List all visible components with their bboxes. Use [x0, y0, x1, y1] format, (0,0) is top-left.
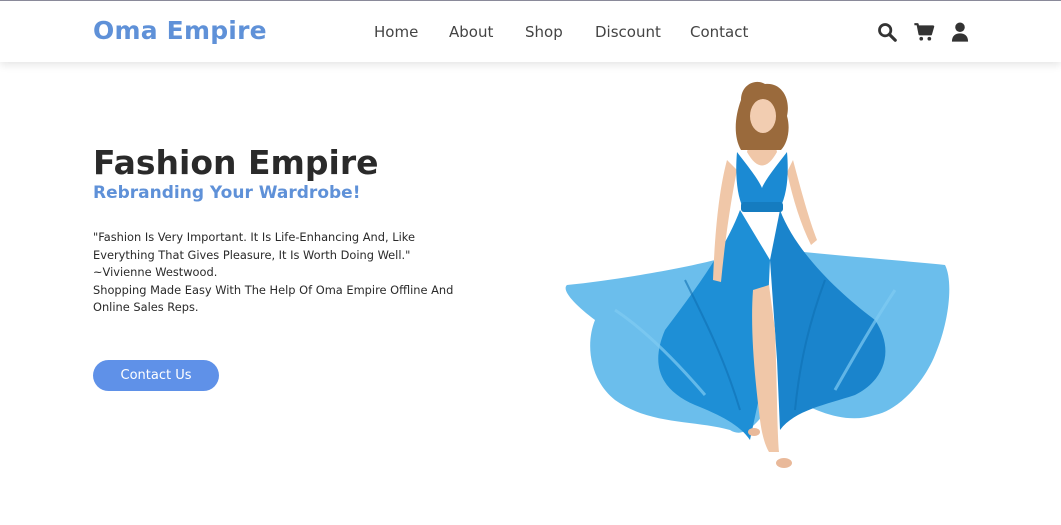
hero-text-line: "Fashion Is Very Important. It Is Life-E…	[93, 230, 415, 244]
nav-link-about[interactable]: About	[449, 23, 493, 41]
search-icon[interactable]	[876, 21, 898, 43]
hero-model-image	[555, 80, 965, 480]
site-header: Oma Empire Home About Shop Discount Cont…	[0, 0, 1061, 62]
hero-subtitle: Rebranding Your Wardrobe!	[93, 183, 361, 203]
hero-text-line: Everything That Gives Pleasure, It Is Wo…	[93, 247, 411, 262]
nav-link-home[interactable]: Home	[374, 23, 418, 41]
hero-text-line: ~Vivienne Westwood.	[93, 265, 218, 280]
cart-icon[interactable]	[913, 21, 935, 43]
nav-link-discount[interactable]: Discount	[595, 23, 661, 41]
hero-text-line: Shopping Made Easy With The Help Of Oma …	[93, 282, 454, 297]
nav-link-contact[interactable]: Contact	[690, 23, 748, 41]
hero-text-line: Online Sales Reps.	[93, 300, 199, 315]
nav-link-shop[interactable]: Shop	[525, 23, 563, 41]
user-icon[interactable]	[949, 21, 971, 43]
hero-description: "Fashion Is Very Important. It Is Life-E…	[93, 229, 493, 317]
hero-title: Fashion Empire	[93, 143, 379, 182]
contact-us-button[interactable]: Contact Us	[93, 360, 219, 391]
brand-logo[interactable]: Oma Empire	[93, 16, 267, 45]
